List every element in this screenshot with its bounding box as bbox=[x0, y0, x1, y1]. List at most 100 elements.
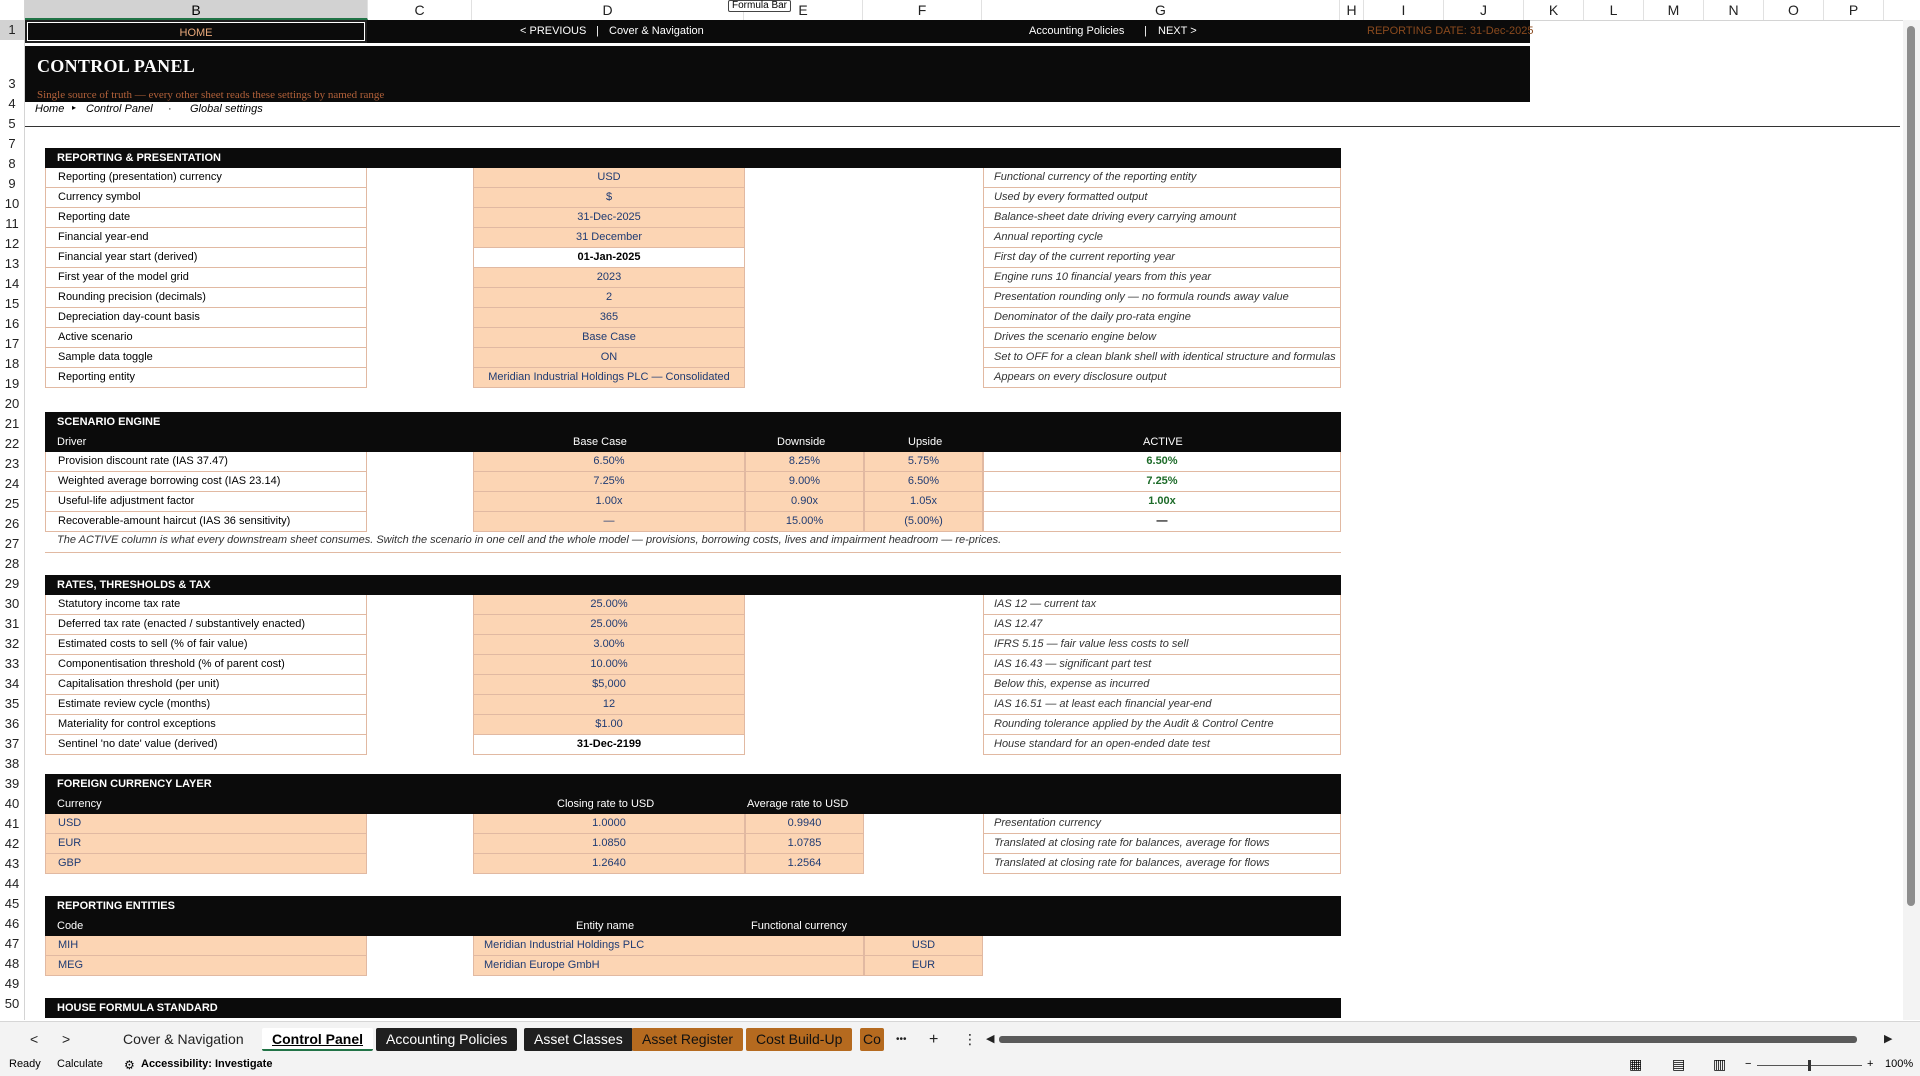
previous-link[interactable]: < PREVIOUS bbox=[520, 20, 586, 43]
vertical-scrollbar[interactable] bbox=[1903, 20, 1920, 1020]
average-rate-input[interactable]: 1.0785 bbox=[745, 834, 864, 854]
row-header-43[interactable]: 43 bbox=[0, 854, 24, 874]
column-header-l[interactable]: L bbox=[1584, 0, 1644, 20]
row-header-34[interactable]: 34 bbox=[0, 674, 24, 694]
row-header-29[interactable]: 29 bbox=[0, 574, 24, 594]
setting-value-input[interactable]: Meridian Industrial Holdings PLC — Conso… bbox=[473, 368, 745, 388]
more-tabs-icon[interactable]: ••• bbox=[886, 1028, 917, 1051]
setting-value-input[interactable]: Base Case bbox=[473, 328, 745, 348]
row-header-47[interactable]: 47 bbox=[0, 934, 24, 954]
column-header-m[interactable]: M bbox=[1644, 0, 1704, 20]
entity-code[interactable]: MIH bbox=[45, 936, 367, 956]
row-header-8[interactable]: 8 bbox=[0, 154, 24, 174]
row-header-24[interactable]: 24 bbox=[0, 474, 24, 494]
row-header-32[interactable]: 32 bbox=[0, 634, 24, 654]
row-header-41[interactable]: 41 bbox=[0, 814, 24, 834]
zoom-out-button[interactable]: − bbox=[1745, 1058, 1751, 1070]
row-header-33[interactable]: 33 bbox=[0, 654, 24, 674]
horizontal-scroll-thumb[interactable] bbox=[999, 1036, 1857, 1043]
entity-name-input[interactable]: Meridian Industrial Holdings PLC bbox=[473, 936, 864, 956]
setting-value-input[interactable]: ON bbox=[473, 348, 745, 368]
rate-value-input[interactable]: 25.00% bbox=[473, 615, 745, 635]
row-header-37[interactable]: 37 bbox=[0, 734, 24, 754]
base-case-input[interactable]: 1.00x bbox=[473, 492, 745, 512]
entity-currency-input[interactable]: EUR bbox=[864, 956, 983, 976]
breadcrumb-home[interactable]: Home bbox=[35, 103, 64, 115]
row-header-25[interactable]: 25 bbox=[0, 494, 24, 514]
home-link[interactable]: HOME bbox=[25, 20, 367, 43]
row-header-19[interactable]: 19 bbox=[0, 374, 24, 394]
row-header-3[interactable]: 3 bbox=[0, 74, 24, 94]
downside-input[interactable]: 9.00% bbox=[745, 472, 864, 492]
row-header-21[interactable]: 21 bbox=[0, 414, 24, 434]
row-header-44[interactable]: 44 bbox=[0, 874, 24, 894]
currency-code[interactable]: EUR bbox=[45, 834, 367, 854]
rate-value-input[interactable]: $5,000 bbox=[473, 675, 745, 695]
tab-cost-build-up[interactable]: Cost Build-Up bbox=[746, 1028, 853, 1051]
rate-value-input[interactable]: $1.00 bbox=[473, 715, 745, 735]
setting-value-input[interactable]: 2 bbox=[473, 288, 745, 308]
row-header-15[interactable]: 15 bbox=[0, 294, 24, 314]
row-header-31[interactable]: 31 bbox=[0, 614, 24, 634]
row-header-48[interactable]: 48 bbox=[0, 954, 24, 974]
row-header-12[interactable]: 12 bbox=[0, 234, 24, 254]
closing-rate-input[interactable]: 1.0000 bbox=[473, 814, 745, 834]
row-header-27[interactable]: 27 bbox=[0, 534, 24, 554]
row-header-14[interactable]: 14 bbox=[0, 274, 24, 294]
row-header-42[interactable]: 42 bbox=[0, 834, 24, 854]
base-case-input[interactable]: — bbox=[473, 512, 745, 532]
scroll-right-icon[interactable]: ▶ bbox=[1874, 1028, 1902, 1051]
upside-input[interactable]: 1.05x bbox=[864, 492, 983, 512]
tabs-next-arrow[interactable]: > bbox=[52, 1028, 80, 1051]
column-header-h[interactable]: H bbox=[1340, 0, 1364, 20]
average-rate-input[interactable]: 0.9940 bbox=[745, 814, 864, 834]
setting-value-input[interactable]: 365 bbox=[473, 308, 745, 328]
tabs-prev-arrow[interactable]: < bbox=[20, 1028, 48, 1051]
currency-code[interactable]: GBP bbox=[45, 854, 367, 874]
column-header-j[interactable]: J bbox=[1444, 0, 1524, 20]
row-header-11[interactable]: 11 bbox=[0, 214, 24, 234]
setting-value-input[interactable]: 2023 bbox=[473, 268, 745, 288]
accessibility-status[interactable]: Accessibility: Investigate bbox=[141, 1058, 272, 1070]
upside-input[interactable]: 5.75% bbox=[864, 452, 983, 472]
page-layout-icon[interactable]: ▤ bbox=[1672, 1056, 1685, 1073]
calculate-button[interactable]: Calculate bbox=[57, 1058, 103, 1070]
add-sheet-button[interactable]: + bbox=[919, 1028, 948, 1051]
row-header-20[interactable]: 20 bbox=[0, 394, 24, 414]
column-header-i[interactable]: I bbox=[1364, 0, 1444, 20]
row-header-36[interactable]: 36 bbox=[0, 714, 24, 734]
entity-name-input[interactable]: Meridian Europe GmbH bbox=[473, 956, 864, 976]
next-sheet-link[interactable]: Accounting Policies bbox=[1029, 20, 1124, 43]
row-header-45[interactable]: 45 bbox=[0, 894, 24, 914]
select-all-corner[interactable] bbox=[0, 0, 25, 20]
rate-value-input[interactable]: 3.00% bbox=[473, 635, 745, 655]
column-header-d[interactable]: D bbox=[472, 0, 744, 20]
row-header-46[interactable]: 46 bbox=[0, 914, 24, 934]
setting-value-input[interactable]: $ bbox=[473, 188, 745, 208]
row-header-26[interactable]: 26 bbox=[0, 514, 24, 534]
normal-view-icon[interactable]: ▦ bbox=[1629, 1056, 1642, 1073]
tab-truncated[interactable]: Co bbox=[860, 1028, 884, 1051]
tab-control-panel[interactable]: Control Panel bbox=[262, 1028, 374, 1051]
vertical-scroll-thumb[interactable] bbox=[1907, 26, 1915, 906]
tab-asset-register[interactable]: Asset Register bbox=[632, 1028, 744, 1051]
column-header-k[interactable]: K bbox=[1524, 0, 1584, 20]
tab-cover-navigation[interactable]: Cover & Navigation bbox=[113, 1028, 254, 1051]
currency-code[interactable]: USD bbox=[45, 814, 367, 834]
row-header-4[interactable]: 4 bbox=[0, 94, 24, 114]
row-header-17[interactable]: 17 bbox=[0, 334, 24, 354]
column-header-b[interactable]: B bbox=[25, 0, 368, 20]
row-header-28[interactable]: 28 bbox=[0, 554, 24, 574]
entity-currency-input[interactable]: USD bbox=[864, 936, 983, 956]
downside-input[interactable]: 15.00% bbox=[745, 512, 864, 532]
next-link[interactable]: NEXT > bbox=[1158, 20, 1197, 43]
previous-sheet-link[interactable]: Cover & Navigation bbox=[609, 20, 704, 43]
row-header-30[interactable]: 30 bbox=[0, 594, 24, 614]
column-header-g[interactable]: G bbox=[982, 0, 1340, 20]
base-case-input[interactable]: 7.25% bbox=[473, 472, 745, 492]
row-header-35[interactable]: 35 bbox=[0, 694, 24, 714]
row-header-18[interactable]: 18 bbox=[0, 354, 24, 374]
row-header-50[interactable]: 50 bbox=[0, 994, 24, 1014]
tab-asset-classes[interactable]: Asset Classes bbox=[524, 1028, 633, 1051]
page-break-icon[interactable]: ▥ bbox=[1713, 1056, 1726, 1073]
